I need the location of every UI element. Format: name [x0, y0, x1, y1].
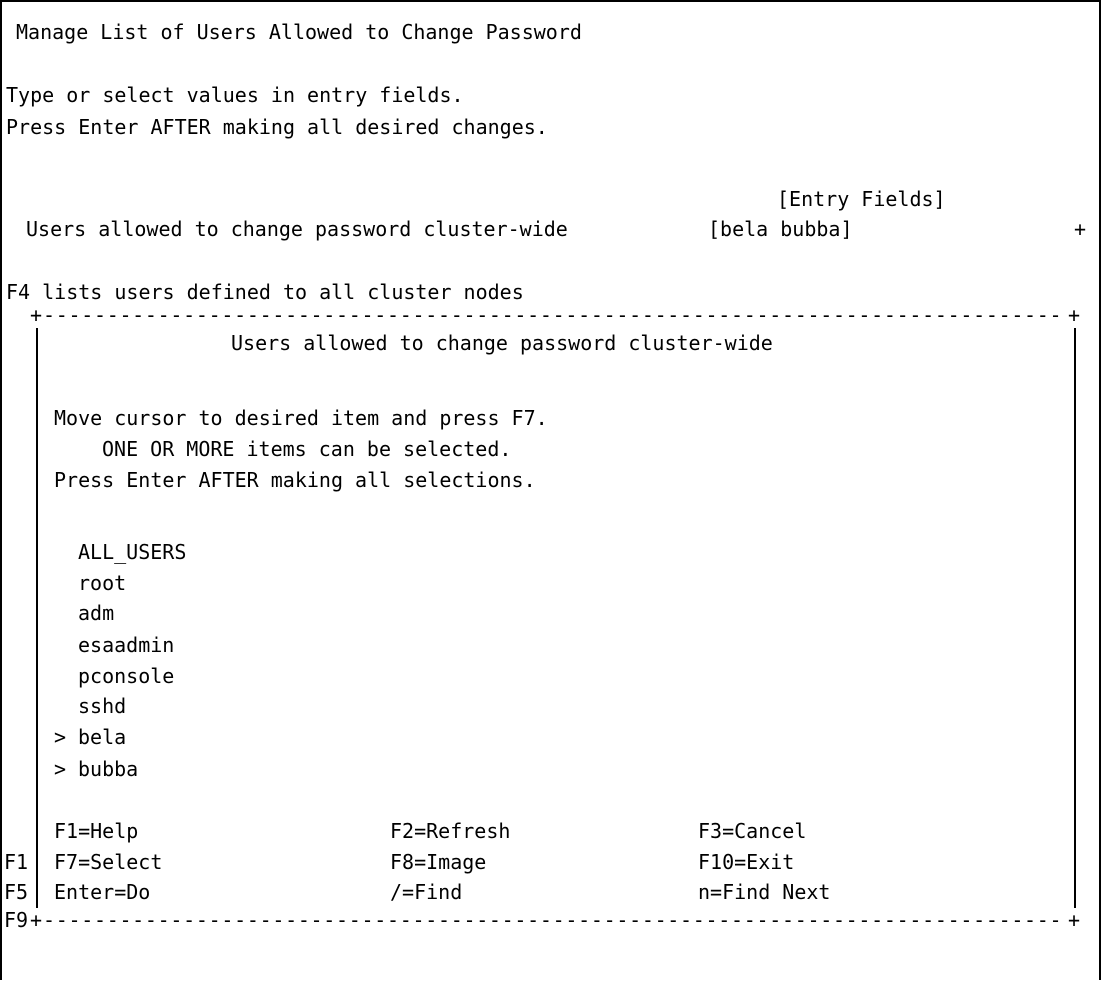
- behind-key-f1: F1: [4, 850, 29, 874]
- fkey-cancel[interactable]: F3=Cancel: [698, 818, 806, 844]
- fkey-do[interactable]: Enter=Do: [54, 879, 150, 905]
- behind-key-f9: F9: [4, 908, 29, 932]
- popup-instruction-1: Move cursor to desired item and press F7…: [54, 406, 548, 430]
- list-item-all-users[interactable]: ALL_USERS: [78, 539, 186, 565]
- popup-corner-tl: +: [30, 303, 43, 327]
- popup-title: Users allowed to change password cluster…: [231, 331, 773, 355]
- entry-fields-header: [Entry Fields]: [777, 187, 946, 211]
- fkey-find[interactable]: /=Find: [390, 879, 462, 905]
- screen-title: Manage List of Users Allowed to Change P…: [16, 20, 582, 44]
- fkey-exit[interactable]: F10=Exit: [698, 849, 794, 875]
- popup-instruction-3: Press Enter AFTER making all selections.: [54, 468, 536, 492]
- fkey-refresh[interactable]: F2=Refresh: [390, 818, 510, 844]
- popup-border-top: ----------------------------------------…: [43, 303, 1065, 327]
- instruction-line-1: Type or select values in entry fields.: [6, 83, 464, 107]
- list-item-sshd[interactable]: sshd: [78, 693, 126, 719]
- list-item-adm[interactable]: adm: [78, 600, 114, 626]
- list-item-pconsole[interactable]: pconsole: [78, 663, 174, 689]
- field-label: Users allowed to change password cluster…: [26, 217, 568, 241]
- fkey-find-next[interactable]: n=Find Next: [698, 879, 830, 905]
- fkey-image[interactable]: F8=Image: [390, 849, 486, 875]
- selection-marker-bela: >: [54, 725, 67, 749]
- selection-marker-bubba: >: [54, 757, 67, 781]
- list-item-bubba[interactable]: bubba: [78, 756, 138, 782]
- fkey-select[interactable]: F7=Select: [54, 849, 162, 875]
- popup-instruction-2: ONE OR MORE items can be selected.: [102, 437, 512, 461]
- popup-border-left: [36, 328, 38, 864]
- list-item-bela[interactable]: bela: [78, 724, 126, 750]
- list-item-esaadmin[interactable]: esaadmin: [78, 632, 174, 658]
- fkey-help[interactable]: F1=Help: [54, 818, 138, 844]
- popup-border-bottom: ----------------------------------------…: [43, 908, 1065, 932]
- users-allowed-field[interactable]: [bela bubba]: [708, 216, 853, 242]
- list-item-root[interactable]: root: [78, 570, 126, 596]
- instruction-line-2: Press Enter AFTER making all desired cha…: [6, 115, 548, 139]
- popup-border-right-lower: [1074, 864, 1076, 908]
- popup-border-left-lower: [36, 864, 38, 908]
- popup-corner-br: +: [1068, 908, 1081, 932]
- smit-screen: Manage List of Users Allowed to Change P…: [0, 0, 1101, 980]
- popup-corner-bl: +: [30, 908, 43, 932]
- popup-corner-tr: +: [1068, 303, 1081, 327]
- popup-border-right: [1074, 328, 1076, 864]
- behind-key-f5: F5: [4, 880, 29, 904]
- list-indicator-plus[interactable]: +: [1074, 216, 1086, 242]
